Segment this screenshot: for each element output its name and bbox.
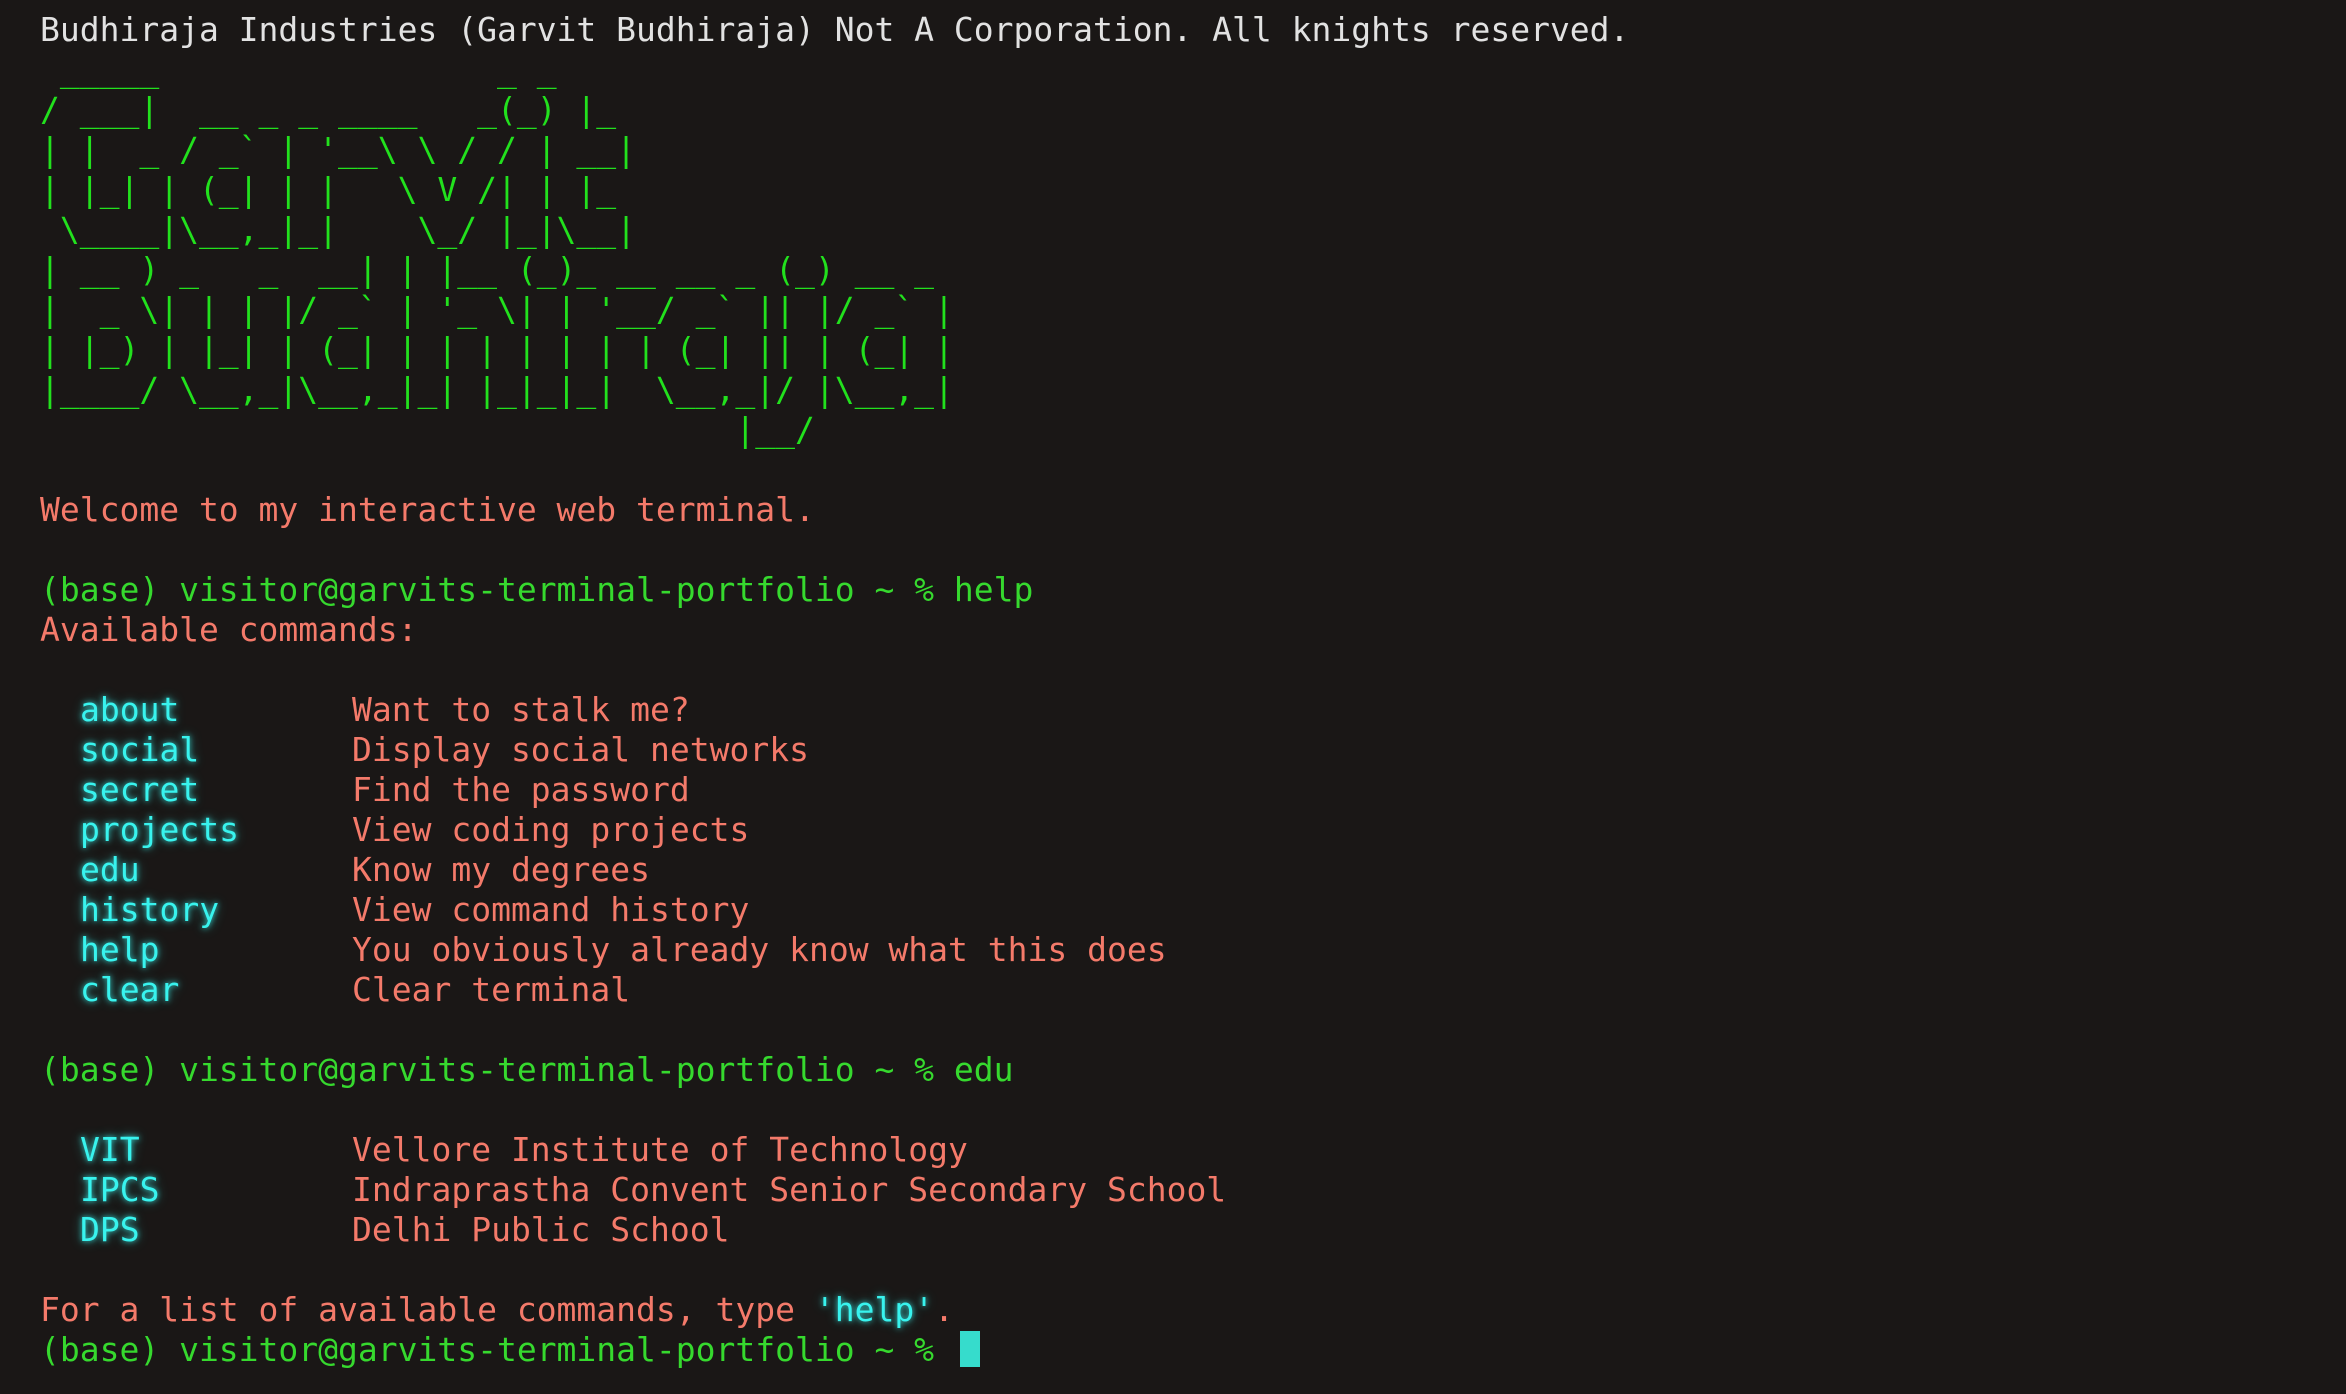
school-name: Indraprastha Convent Senior Secondary Sc… [352,1170,1227,1209]
command-name[interactable]: social [40,730,352,770]
prompt-line-help: (base) visitor@garvits-terminal-portfoli… [40,570,2306,610]
text-cursor [959,1331,980,1367]
education-list: VIT Vellore Institute of Technology IPCS I… [40,1130,2306,1250]
command-name[interactable]: projects [40,810,352,850]
command-description: Find the password [352,770,690,809]
command-row: about Want to stalk me? [40,690,2306,730]
name-ascii-banner: _____ _ _ / ___| __ _ _ ____ _(_) |_ | |… [40,50,954,449]
command-name[interactable]: clear [40,970,352,1010]
command-row: projects View coding projects [40,810,2306,850]
command-name[interactable]: history [40,890,352,930]
command-description: View command history [352,890,750,929]
command-row: history View command history [40,890,2306,930]
command-description: Know my degrees [352,850,651,889]
command-name[interactable]: edu [40,850,352,890]
command-row: social Display social networks [40,730,2306,770]
command-row: edu Know my degrees [40,850,2306,890]
prompt: (base) visitor@garvits-terminal-portfoli… [40,1330,935,1369]
command-description: View coding projects [352,810,750,849]
command-row: clear Clear terminal [40,970,2306,1010]
hint-period: . [934,1290,954,1329]
command-description: Want to stalk me? [352,690,690,729]
education-row: DPS Delhi Public School [40,1210,2306,1250]
copyright-notice: Budhiraja Industries (Garvit Budhiraja) … [40,10,1630,49]
school-abbreviation: DPS [80,1210,140,1249]
active-prompt-line[interactable]: (base) visitor@garvits-terminal-portfoli… [40,1330,2306,1370]
command-description: Clear terminal [352,970,631,1009]
education-row: IPCS Indraprastha Convent Senior Secondar… [40,1170,2306,1210]
help-hint: For a list of available commands, type '… [40,1290,2306,1330]
available-commands-heading: Available commands: [40,610,418,649]
command-row: help You obviously already know what this… [40,930,2306,970]
entered-command: edu [953,1050,1014,1089]
command-name[interactable]: secret [40,770,352,810]
command-description: You obviously already know what this doe… [352,930,1167,969]
school-abbreviation: VIT [80,1130,140,1169]
school-name: Delhi Public School [352,1210,730,1249]
command-name[interactable]: about [40,690,352,730]
prompt-line-edu: (base) visitor@garvits-terminal-portfoli… [40,1050,2306,1090]
terminal-window[interactable]: Budhiraja Industries (Garvit Budhiraja) … [0,0,2346,1394]
hint-text: For a list of available commands, type [40,1290,815,1329]
command-name[interactable]: help [40,930,352,970]
welcome-message: Welcome to my interactive web terminal. [40,490,815,529]
entered-command: help [953,570,1034,609]
school-abbreviation: IPCS [80,1170,160,1209]
hint-help-keyword[interactable]: 'help' [815,1290,934,1329]
prompt: (base) visitor@garvits-terminal-portfoli… [40,1050,935,1089]
command-row: secret Find the password [40,770,2306,810]
school-name: Vellore Institute of Technology [352,1130,968,1169]
command-list: about Want to stalk me? social Display soc… [40,690,2306,1010]
education-row: VIT Vellore Institute of Technology [40,1130,2306,1170]
command-description: Display social networks [352,730,809,769]
prompt: (base) visitor@garvits-terminal-portfoli… [40,570,935,609]
